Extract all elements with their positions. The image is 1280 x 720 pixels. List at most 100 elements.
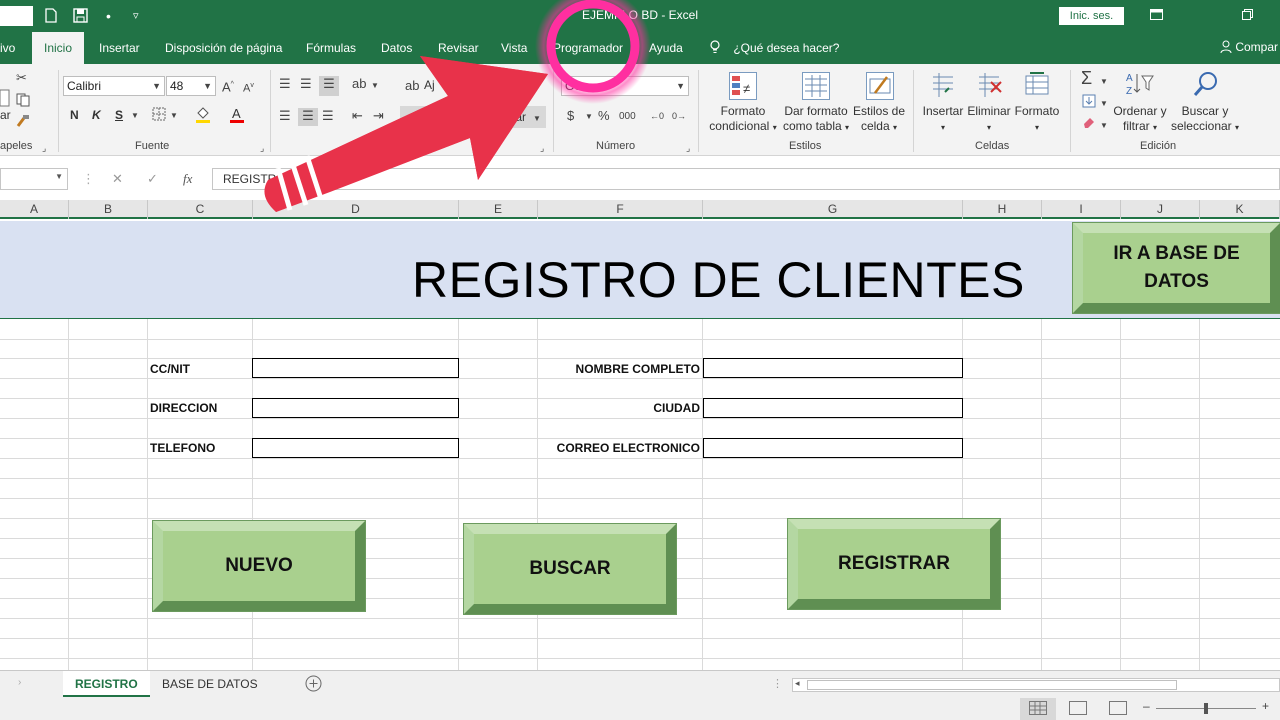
- ribbon-display-icon[interactable]: [1150, 8, 1163, 23]
- italic-button[interactable]: K: [92, 108, 101, 123]
- scroll-sheets-icon[interactable]: ›: [18, 677, 21, 688]
- enter-icon[interactable]: ✓: [147, 171, 158, 187]
- chevron-down-icon[interactable]: ▼: [170, 108, 178, 124]
- align-top-icon[interactable]: ☰: [279, 76, 291, 92]
- currency-icon[interactable]: $: [567, 108, 574, 124]
- column-header-g[interactable]: G: [703, 200, 963, 219]
- nombre-input[interactable]: [703, 358, 963, 378]
- column-header-b[interactable]: B: [69, 200, 148, 219]
- find-select-button[interactable]: Buscar y seleccionar ▾: [1170, 104, 1240, 135]
- align-left-icon[interactable]: ☰: [279, 108, 291, 124]
- split-handle-icon[interactable]: ⋮: [772, 677, 783, 690]
- decrease-decimal-icon[interactable]: 0→: [672, 108, 686, 124]
- insert-cells-button[interactable]: Insertar ▾: [922, 104, 964, 135]
- delete-cells-button[interactable]: Eliminar ▾: [966, 104, 1012, 135]
- chevron-down-icon[interactable]: ▼: [585, 109, 593, 125]
- clear-icon[interactable]: [1082, 116, 1096, 132]
- restore-window-icon[interactable]: [1242, 8, 1253, 23]
- registrar-button[interactable]: REGISTRAR: [788, 519, 1000, 609]
- paste-label[interactable]: ar: [0, 108, 11, 123]
- scroll-left-icon[interactable]: ◂: [795, 678, 800, 689]
- align-right-icon[interactable]: ☰: [322, 108, 334, 124]
- page-break-icon[interactable]: [1109, 701, 1127, 715]
- align-bottom-icon[interactable]: ☰: [319, 76, 339, 96]
- sum-icon[interactable]: Σ: [1081, 69, 1092, 87]
- share-button[interactable]: Compar: [1220, 40, 1278, 54]
- tab-formulas[interactable]: Fórmulas: [306, 32, 356, 64]
- alignment-launcher-icon[interactable]: ⌟: [540, 140, 544, 156]
- tab-programador[interactable]: Programador: [553, 32, 623, 64]
- formula-input[interactable]: REGISTRO DE CLI: [212, 168, 1280, 190]
- ccnit-input[interactable]: [252, 358, 459, 378]
- wrap-text-label[interactable]: Aj: [424, 78, 435, 93]
- correo-input[interactable]: [703, 438, 963, 458]
- underline-button[interactable]: S: [115, 108, 123, 123]
- sheet-tab-registro[interactable]: REGISTRO: [63, 671, 150, 697]
- tab-disposicion[interactable]: Disposición de página: [165, 32, 282, 64]
- chevron-down-icon[interactable]: ▼: [1100, 74, 1108, 90]
- increase-decimal-icon[interactable]: ←0: [650, 108, 664, 124]
- telefono-input[interactable]: [252, 438, 459, 458]
- increase-indent-icon[interactable]: ⇥: [373, 108, 384, 124]
- chevron-down-icon[interactable]: ▼: [1100, 96, 1108, 112]
- column-header-j[interactable]: J: [1121, 200, 1200, 219]
- scrollbar-thumb[interactable]: [807, 680, 1177, 690]
- cancel-icon[interactable]: ✕: [112, 171, 123, 187]
- fill-color-icon[interactable]: [195, 106, 211, 128]
- align-center-icon[interactable]: ☰: [298, 108, 318, 126]
- grow-font-icon[interactable]: A^: [222, 77, 234, 95]
- buscar-button[interactable]: BUSCAR: [464, 524, 676, 614]
- nuevo-button[interactable]: NUEVO: [153, 521, 365, 611]
- number-launcher-icon[interactable]: ⌟: [686, 140, 690, 156]
- tab-inicio[interactable]: Inicio: [32, 32, 85, 64]
- format-painter-icon[interactable]: [16, 114, 30, 132]
- tab-revisar[interactable]: Revisar: [438, 32, 479, 64]
- column-header-a[interactable]: A: [0, 200, 69, 219]
- tab-datos[interactable]: Datos: [381, 32, 412, 64]
- zoom-out-icon[interactable]: –: [1143, 699, 1150, 713]
- fill-down-icon[interactable]: [1082, 94, 1096, 112]
- add-sheet-icon[interactable]: [305, 675, 322, 695]
- ciudad-input[interactable]: [703, 398, 963, 418]
- column-header-e[interactable]: E: [459, 200, 538, 219]
- bold-button[interactable]: N: [70, 108, 79, 123]
- comma-style-icon[interactable]: 000: [619, 109, 636, 125]
- merge-center-button[interactable]: trar: [400, 106, 546, 128]
- font-color-icon[interactable]: A: [229, 106, 245, 128]
- normal-view-icon[interactable]: [1029, 701, 1047, 715]
- name-box[interactable]: ▼: [0, 168, 68, 190]
- column-header-i[interactable]: I: [1042, 200, 1121, 219]
- column-header-c[interactable]: C: [148, 200, 253, 219]
- horizontal-scrollbar[interactable]: ◂: [792, 678, 1280, 692]
- shrink-font-icon[interactable]: Av: [243, 78, 254, 97]
- column-header-h[interactable]: H: [963, 200, 1042, 219]
- font-size-combo[interactable]: 48 ▼: [166, 76, 216, 96]
- worksheet-grid[interactable]: REGISTRO DE CLIENTES IR A BASE DE DATOS …: [0, 221, 1280, 670]
- column-header-f[interactable]: F: [538, 200, 703, 219]
- page-layout-icon[interactable]: [1069, 701, 1087, 715]
- copy-icon[interactable]: [16, 93, 32, 111]
- decrease-indent-icon[interactable]: ⇤: [352, 108, 363, 124]
- percent-icon[interactable]: %: [598, 108, 610, 124]
- tab-insertar[interactable]: Insertar: [99, 32, 140, 64]
- column-header-k[interactable]: K: [1200, 200, 1280, 219]
- fx-icon[interactable]: fx: [183, 171, 192, 187]
- font-name-combo[interactable]: Calibri ▼: [63, 76, 165, 96]
- wrap-text-icon[interactable]: ab: [405, 78, 419, 94]
- sort-filter-button[interactable]: Ordenar y filtrar ▾: [1110, 104, 1170, 135]
- tab-ayuda[interactable]: Ayuda: [649, 32, 683, 64]
- number-format-combo[interactable]: General ▼: [561, 76, 689, 96]
- chevron-down-icon[interactable]: ▼: [533, 111, 541, 127]
- goto-database-button[interactable]: IR A BASE DE DATOS: [1073, 223, 1280, 313]
- tab-archivo[interactable]: ivo: [0, 32, 15, 64]
- cut-icon[interactable]: ✂: [16, 70, 27, 86]
- zoom-thumb[interactable]: [1204, 703, 1208, 714]
- chevron-down-icon[interactable]: ▼: [1100, 118, 1108, 134]
- align-middle-icon[interactable]: ☰: [300, 76, 312, 92]
- tell-me-search[interactable]: ¿Qué desea hacer?: [710, 40, 839, 55]
- chevron-down-icon[interactable]: ▼: [131, 108, 139, 124]
- clipboard-launcher-icon[interactable]: ⌟: [42, 140, 46, 156]
- direccion-input[interactable]: [252, 398, 459, 418]
- column-header-d[interactable]: D: [253, 200, 459, 219]
- format-as-table-button[interactable]: Dar formato como tabla ▾: [783, 104, 849, 135]
